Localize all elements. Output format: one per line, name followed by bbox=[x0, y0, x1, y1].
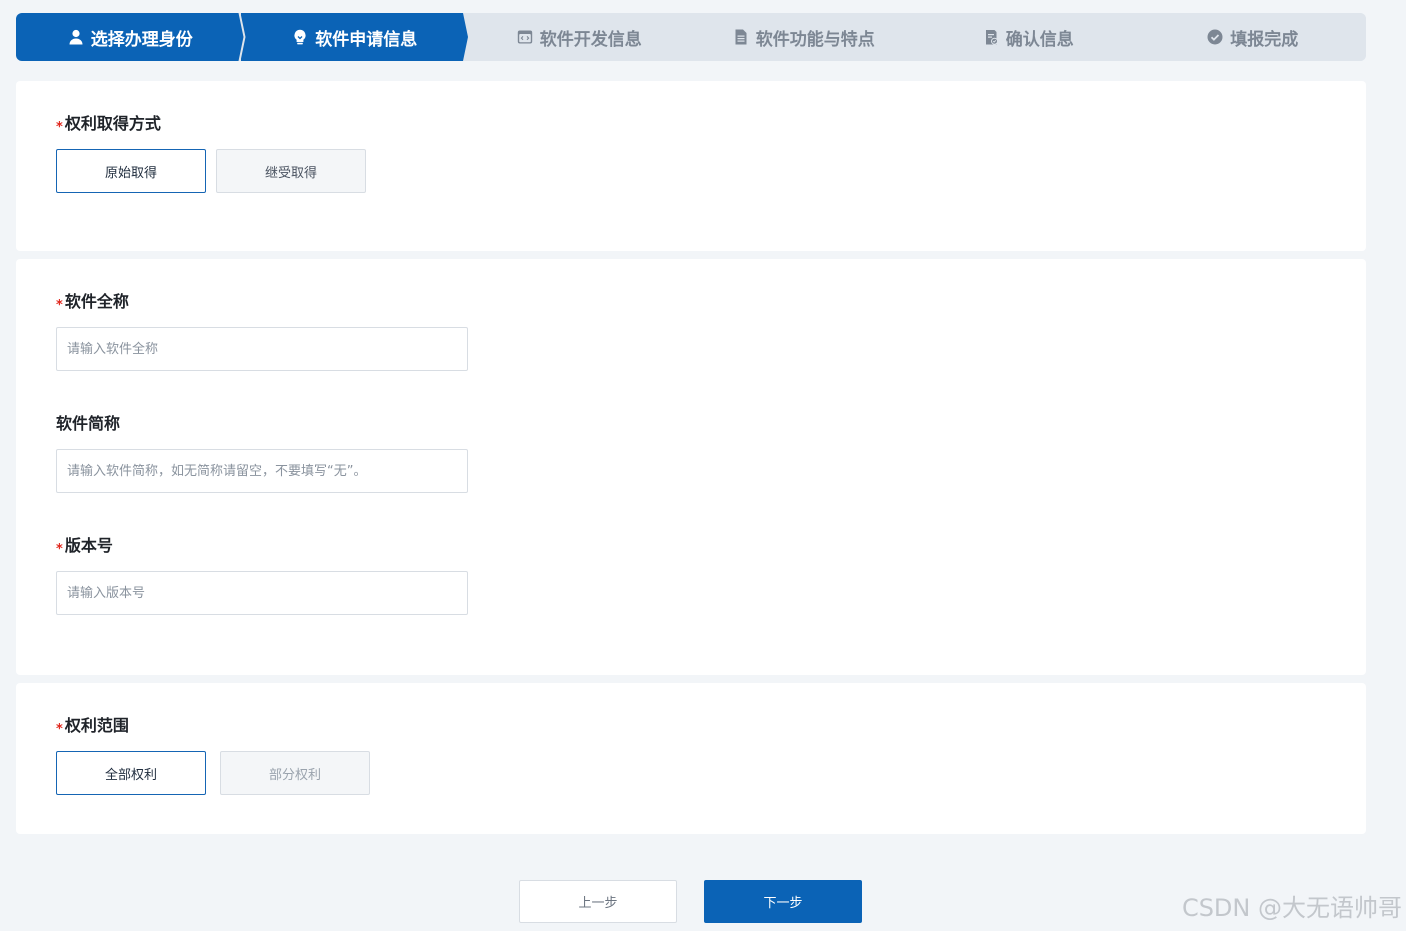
step-software-application-info[interactable]: 软件申请信息 bbox=[241, 13, 469, 61]
software-short-name-label: 软件简称 bbox=[56, 414, 121, 433]
step-label: 软件功能与特点 bbox=[755, 29, 875, 50]
step-label: 软件开发信息 bbox=[539, 29, 642, 50]
rights-scope-label: * 权利范围 bbox=[56, 716, 129, 737]
inherited-acquisition-option[interactable]: 继受取得 bbox=[216, 149, 366, 193]
previous-step-button[interactable]: 上一步 bbox=[519, 880, 677, 923]
progress-stepper: 选择办理身份 软件申请信息 软件开发信息 软件功能与特点 确认信息 填报完成 bbox=[16, 13, 1366, 61]
partial-rights-option[interactable]: 部分权利 bbox=[220, 751, 370, 795]
code-window-icon bbox=[516, 28, 534, 46]
step-select-identity[interactable]: 选择办理身份 bbox=[16, 13, 244, 61]
software-full-name-label: * 软件全称 bbox=[56, 292, 129, 313]
check-circle-icon bbox=[1206, 28, 1224, 46]
step-label: 确认信息 bbox=[1005, 29, 1074, 50]
step-software-features[interactable]: 软件功能与特点 bbox=[690, 13, 918, 61]
next-step-button[interactable]: 下一步 bbox=[704, 880, 862, 923]
watermark: CSDN @大无语帅哥 bbox=[1181, 894, 1402, 922]
user-icon bbox=[67, 28, 85, 46]
step-software-development-info[interactable]: 软件开发信息 bbox=[465, 13, 693, 61]
clipboard-check-icon bbox=[982, 28, 1000, 46]
rights-acquisition-card: * 权利取得方式 原始取得 继受取得 bbox=[16, 81, 1366, 251]
step-confirm-info[interactable]: 确认信息 bbox=[914, 13, 1142, 61]
required-mark: * bbox=[56, 120, 63, 135]
lightbulb-icon bbox=[291, 28, 309, 46]
software-info-card: *软件全称 软件简称 *版本号 bbox=[16, 259, 1366, 675]
original-acquisition-option[interactable]: 原始取得 bbox=[56, 149, 206, 193]
full-rights-option[interactable]: 全部权利 bbox=[56, 751, 206, 795]
step-submission-complete[interactable]: 填报完成 bbox=[1138, 13, 1366, 61]
rights-scope-card: * 权利范围 全部权利 部分权利 bbox=[16, 683, 1366, 834]
step-label: 填报完成 bbox=[1230, 29, 1299, 50]
required-mark: * bbox=[56, 542, 63, 557]
step-label: 软件申请信息 bbox=[315, 29, 418, 50]
required-mark: * bbox=[56, 722, 63, 737]
step-label: 选择办理身份 bbox=[90, 29, 193, 50]
software-short-name-input[interactable] bbox=[56, 449, 468, 493]
document-icon bbox=[732, 28, 750, 46]
rights-acquisition-label: * 权利取得方式 bbox=[56, 114, 161, 135]
version-label: * 版本号 bbox=[56, 536, 113, 557]
version-input[interactable] bbox=[56, 571, 468, 615]
required-mark: * bbox=[56, 298, 63, 313]
software-full-name-input[interactable] bbox=[56, 327, 468, 371]
